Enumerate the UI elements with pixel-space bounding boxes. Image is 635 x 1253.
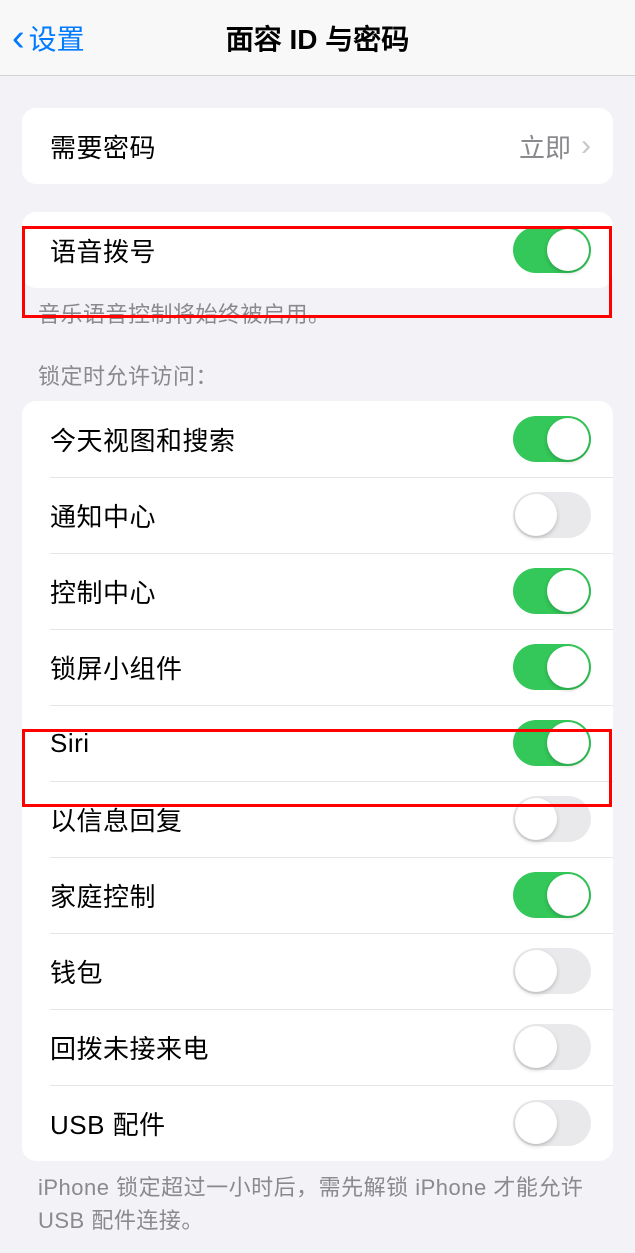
lock-access-toggle[interactable]: [513, 1024, 591, 1070]
group-header: 锁定时允许访问：: [0, 359, 635, 401]
switch-knob: [547, 570, 589, 612]
lock-access-row: 回拨未接来电: [22, 1009, 613, 1085]
require-passcode-row[interactable]: 需要密码 立即 ›: [22, 108, 613, 184]
switch-knob: [547, 229, 589, 271]
row-label: 通知中心: [50, 497, 156, 534]
lock-access-row: 钱包: [22, 933, 613, 1009]
lock-access-toggle[interactable]: [513, 796, 591, 842]
row-label: USB 配件: [50, 1105, 166, 1142]
back-label: 设置: [29, 18, 85, 58]
row-label: 以信息回复: [50, 801, 183, 838]
row-label: 锁屏小组件: [50, 649, 183, 686]
voice-dial-row: 语音拨号: [22, 212, 613, 288]
lock-access-row: 今天视图和搜索: [22, 401, 613, 477]
switch-knob: [515, 1026, 557, 1068]
row-label: 控制中心: [50, 573, 156, 610]
switch-knob: [547, 418, 589, 460]
lock-access-toggle[interactable]: [513, 492, 591, 538]
lock-access-row: USB 配件: [22, 1085, 613, 1161]
lock-access-row: Siri: [22, 705, 613, 781]
chevron-right-icon: ›: [581, 129, 591, 163]
lock-access-row: 控制中心: [22, 553, 613, 629]
switch-knob: [547, 646, 589, 688]
header: ‹ 设置 面容 ID 与密码: [0, 0, 635, 76]
lock-access-toggle[interactable]: [513, 872, 591, 918]
switch-knob: [515, 494, 557, 536]
chevron-left-icon: ‹: [12, 19, 25, 57]
switch-knob: [547, 874, 589, 916]
row-label: 语音拨号: [50, 232, 156, 269]
row-label: 回拨未接来电: [50, 1029, 209, 1066]
lock-access-row: 以信息回复: [22, 781, 613, 857]
group-passcode: 需要密码 立即 ›: [0, 108, 635, 184]
group-footer: 音乐语音控制将始终被启用。: [0, 288, 635, 331]
lock-access-toggle[interactable]: [513, 568, 591, 614]
switch-knob: [515, 1102, 557, 1144]
row-value-text: 立即: [519, 128, 571, 165]
row-label: 家庭控制: [50, 877, 156, 914]
group-voice-dial: 语音拨号 音乐语音控制将始终被启用。: [0, 212, 635, 331]
page-title: 面容 ID 与密码: [226, 18, 410, 58]
content: 需要密码 立即 › 语音拨号 音乐语音控制将始终被启用。 锁定时允许访问： 今天…: [0, 108, 635, 1237]
row-value: 立即 ›: [519, 128, 591, 165]
lock-access-row: 通知中心: [22, 477, 613, 553]
lock-access-toggle[interactable]: [513, 1100, 591, 1146]
lock-access-toggle[interactable]: [513, 416, 591, 462]
lock-access-row: 锁屏小组件: [22, 629, 613, 705]
row-label: 需要密码: [50, 128, 156, 165]
lock-access-toggle[interactable]: [513, 948, 591, 994]
row-label: 今天视图和搜索: [50, 421, 236, 458]
switch-knob: [515, 798, 557, 840]
lock-access-toggle[interactable]: [513, 720, 591, 766]
group-lock-access: 锁定时允许访问： 今天视图和搜索通知中心控制中心锁屏小组件 Siri 以信息回复家庭…: [0, 359, 635, 1237]
switch-knob: [515, 950, 557, 992]
group-footer: iPhone 锁定超过一小时后，需先解锁 iPhone 才能允许USB 配件连接…: [0, 1161, 635, 1237]
row-label: Siri: [50, 728, 90, 759]
lock-access-toggle[interactable]: [513, 644, 591, 690]
row-label: 钱包: [50, 953, 103, 990]
back-button[interactable]: ‹ 设置: [0, 18, 85, 58]
voice-dial-toggle[interactable]: [513, 227, 591, 273]
switch-knob: [547, 722, 589, 764]
lock-access-row: 家庭控制: [22, 857, 613, 933]
